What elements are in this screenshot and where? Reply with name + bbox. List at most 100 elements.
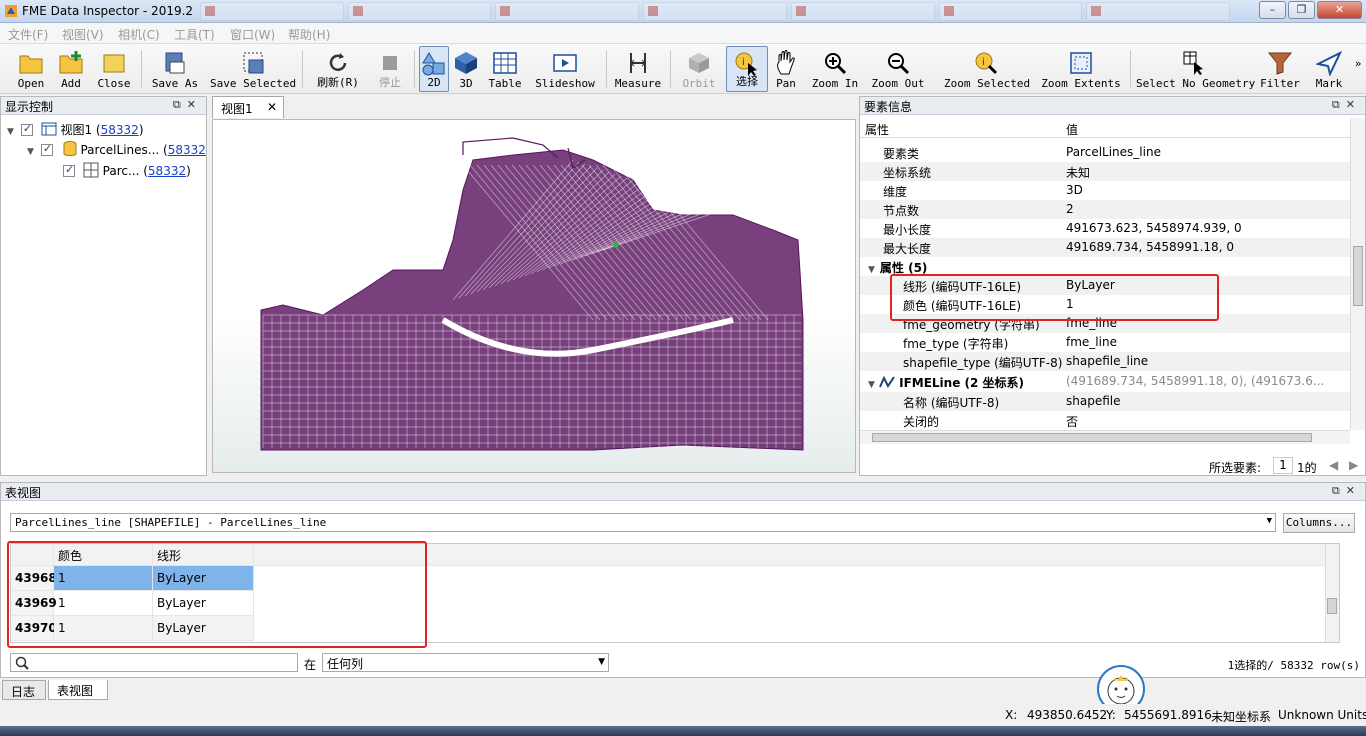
map-canvas[interactable] (212, 119, 856, 473)
tree-item-dataset[interactable]: ▼ ParcelLines... (58332 (27, 141, 206, 161)
attr-row[interactable]: shapefile_type (编码UTF-8) shapefile_line (860, 352, 1350, 371)
measure-button[interactable]: Measure (614, 46, 662, 92)
menu-bar: 文件(F) 视图(V) 相机(C) 工具(T) 窗口(W) 帮助(H) (0, 23, 1366, 44)
parcel-map[interactable] (213, 120, 856, 473)
collapse-icon[interactable]: ▼ (27, 147, 37, 157)
dataset-count-link[interactable]: 58332 (168, 143, 206, 157)
panel-buttons[interactable]: ⧉✕ (1332, 484, 1361, 498)
status-bar: X: 493850.6452 Y: 5455691.8916 未知坐标系 Unk… (0, 704, 1366, 726)
prop-row[interactable]: 坐标系统 未知 (860, 162, 1350, 181)
table-view-header: 表视图 ⧉✕ (1, 483, 1365, 501)
search-input[interactable] (10, 653, 298, 672)
table-vertical-scrollbar[interactable] (1325, 544, 1339, 642)
horizontal-scrollbar[interactable] (860, 430, 1350, 444)
zoom-in-button[interactable]: Zoom In (810, 46, 860, 92)
prop-row[interactable]: 最大长度 491689.734, 5458991.18, 0 (860, 238, 1350, 257)
mark-button[interactable]: Mark (1310, 46, 1348, 92)
property-header: 属性 值 (860, 118, 1350, 138)
prev-feature-icon[interactable]: ◀ (1329, 458, 1338, 472)
next-feature-icon[interactable]: ▶ (1349, 458, 1358, 472)
view-2d-icon (422, 52, 445, 76)
display-control-title: 显示控制 (5, 100, 54, 114)
select-tool-button[interactable]: i 选择 (726, 46, 768, 92)
search-row: 在 任何列 ▼ 1选择的/ 58332 row(s) (10, 653, 1360, 673)
tab-table-view[interactable]: 表视图 (48, 680, 108, 700)
slideshow-icon (553, 54, 577, 72)
prop-row[interactable]: 最小长度 491673.623, 5458974.939, 0 (860, 219, 1350, 238)
prop-row[interactable]: 维度 3D (860, 181, 1350, 200)
featuretype-checkbox[interactable] (63, 163, 75, 177)
dataset-select[interactable]: ParcelLines_line [SHAPEFILE] - ParcelLin… (10, 513, 1276, 532)
menu-window[interactable]: 窗口(W) (230, 26, 275, 43)
zoom-out-button[interactable]: Zoom Out (870, 46, 926, 92)
close-window-button[interactable]: ✕ (1317, 1, 1362, 19)
menu-help[interactable]: 帮助(H) (288, 26, 330, 43)
toolbar-overflow-button[interactable]: » (1352, 46, 1364, 92)
orbit-icon (689, 53, 709, 73)
add-button[interactable]: Add (54, 46, 88, 92)
refresh-button[interactable]: 刷新(R) (312, 46, 364, 92)
database-icon (63, 141, 77, 156)
view-3d-button[interactable]: 3D (451, 46, 481, 92)
geometry-section-row[interactable]: ▼ IFMELine (2 坐标系) (491689.734, 5458991.… (860, 372, 1350, 391)
display-control-header: 显示控制 ⧉✕ (1, 97, 206, 115)
minimize-button[interactable]: – (1259, 1, 1286, 19)
menu-file[interactable]: 文件(F) (8, 26, 48, 43)
vertical-scrollbar[interactable] (1350, 118, 1365, 430)
zoom-selected-button[interactable]: i Zoom Selected (944, 46, 1030, 92)
orbit-button[interactable]: Orbit (680, 46, 718, 92)
view-count-link[interactable]: 58332 (101, 123, 139, 137)
view-3d-icon (455, 52, 477, 74)
select-no-geometry-icon (1183, 51, 1203, 75)
pan-button[interactable]: Pan (772, 46, 800, 92)
geom-row[interactable]: 关闭的否 (860, 411, 1350, 430)
x-label: X: (1005, 708, 1018, 722)
zoom-extents-button[interactable]: Zoom Extents (1040, 46, 1122, 92)
table-button[interactable]: Table (487, 46, 523, 92)
prop-row[interactable]: 节点数 2 (860, 200, 1350, 219)
view-checkbox[interactable] (20, 122, 33, 136)
save-as-button[interactable]: Save As (148, 46, 202, 92)
panel-buttons[interactable]: ⧉✕ (173, 98, 202, 112)
attr-row[interactable]: fme_type (字符串) fme_line (860, 333, 1350, 352)
geom-row[interactable]: 名称 (编码UTF-8) shapefile (860, 392, 1350, 411)
select-no-geometry-button[interactable]: Select No Geometry (1136, 46, 1255, 92)
highlight-box (7, 541, 427, 648)
tree-item-view[interactable]: ▼ 视图1 (58332) (7, 121, 144, 141)
tab-view1[interactable]: 视图1 ✕ (212, 96, 284, 118)
collapse-icon[interactable]: ▼ (7, 127, 17, 137)
menu-camera[interactable]: 相机(C) (118, 26, 160, 43)
feature-type-grid-icon (83, 162, 99, 178)
selected-index-field[interactable]: 1 (1273, 457, 1293, 474)
open-button[interactable]: Open (12, 46, 50, 92)
slideshow-button[interactable]: Slideshow (534, 46, 596, 92)
zoom-in-icon (825, 53, 847, 75)
dropdown-arrow-icon: ▼ (598, 657, 605, 667)
dataset-checkbox[interactable] (40, 142, 53, 156)
selection-count: 1选择的/ 58332 row(s) (1227, 659, 1360, 672)
hand-pan-icon (777, 50, 795, 75)
column-filter-select[interactable]: 任何列 ▼ (322, 653, 609, 672)
featuretype-count-link[interactable]: 58332 (148, 164, 186, 178)
selected-feature-marker (613, 242, 619, 248)
selected-of: 1的 (1297, 461, 1317, 475)
maximize-button[interactable]: ❐ (1288, 1, 1315, 19)
tab-log[interactable]: 日志 (2, 680, 46, 700)
stop-button[interactable]: 停止 (372, 46, 408, 92)
prop-row[interactable]: 要素类 ParcelLines_line (860, 143, 1350, 162)
tree-item-featuretype[interactable]: Parc... (58332) (63, 162, 191, 182)
svg-text:i: i (742, 57, 745, 68)
close-tab-icon[interactable]: ✕ (267, 100, 277, 114)
panel-buttons[interactable]: ⧉✕ (1332, 98, 1361, 112)
close-button[interactable]: Close (94, 46, 134, 92)
collapse-icon: ▼ (868, 265, 875, 275)
units: Unknown Units (1278, 708, 1366, 722)
menu-view[interactable]: 视图(V) (62, 26, 104, 43)
columns-button[interactable]: Columns... (1283, 513, 1355, 533)
zoom-out-icon (888, 53, 910, 75)
menu-tools[interactable]: 工具(T) (174, 26, 215, 43)
filter-button[interactable]: Filter (1258, 46, 1302, 92)
save-selected-button[interactable]: Save Selected (210, 46, 296, 92)
zoom-selected-icon: i (975, 52, 998, 75)
view-2d-button[interactable]: 2D (419, 46, 449, 92)
